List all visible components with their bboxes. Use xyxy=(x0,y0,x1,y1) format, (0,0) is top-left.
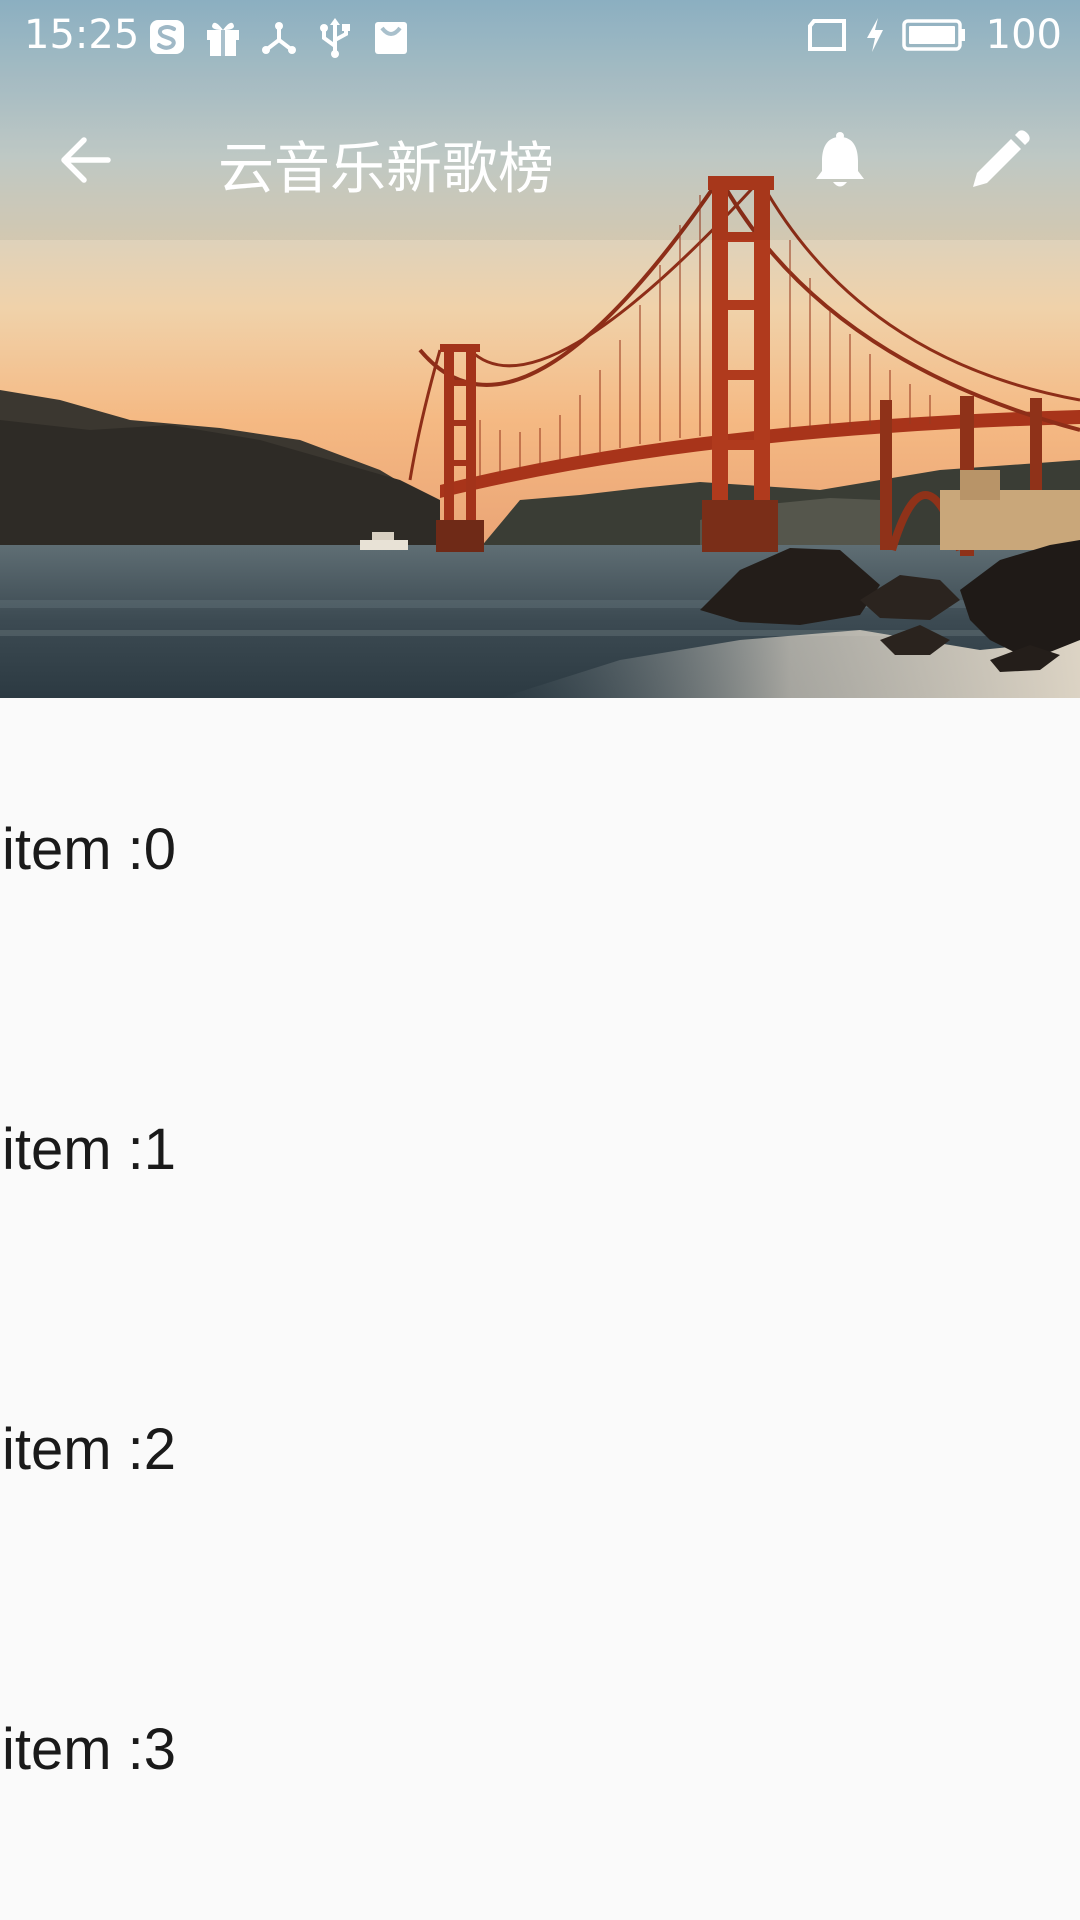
edit-button[interactable] xyxy=(960,120,1040,200)
list-item-label: item :0 xyxy=(2,817,177,882)
arrow-left-icon xyxy=(61,137,111,183)
notifications-button[interactable] xyxy=(800,120,880,200)
back-button[interactable] xyxy=(40,120,130,200)
item-list: item :0 item :1 item :2 item :3 xyxy=(0,698,1080,1920)
charging-bolt-icon xyxy=(866,18,883,52)
list-item[interactable]: item :2 xyxy=(0,1298,1080,1598)
battery-icon xyxy=(901,19,965,51)
list-item[interactable]: item :3 xyxy=(0,1598,1080,1898)
usb-icon xyxy=(320,18,350,58)
list-item[interactable]: item :1 xyxy=(0,998,1080,1298)
status-bar: 15:25 100 xyxy=(0,0,1080,76)
status-notification-icons xyxy=(148,16,410,58)
list-item-label: item :2 xyxy=(2,1417,177,1482)
list-item[interactable]: item :0 xyxy=(0,698,1080,998)
list-item-label: item :1 xyxy=(2,1117,177,1182)
tablet-icon xyxy=(807,19,846,51)
pencil-icon xyxy=(973,130,1030,187)
battery-level: 100 xyxy=(985,12,1062,58)
status-time: 15:25 xyxy=(24,12,140,58)
list-item-label: item :3 xyxy=(2,1717,177,1782)
bell-icon xyxy=(816,132,864,187)
toolbar-title: 云音乐新歌榜 xyxy=(218,137,554,202)
s-app-icon xyxy=(150,20,184,54)
app-screen: 15:25 100 云音乐新歌榜 item:0 item:1 item:2… xyxy=(0,0,1080,1920)
toolbar: 云音乐新歌榜 xyxy=(0,100,1080,220)
gift-icon xyxy=(207,22,239,56)
mail-icon xyxy=(375,22,407,54)
status-system-icons: 100 xyxy=(806,12,1062,58)
share-nodes-icon xyxy=(262,22,296,54)
